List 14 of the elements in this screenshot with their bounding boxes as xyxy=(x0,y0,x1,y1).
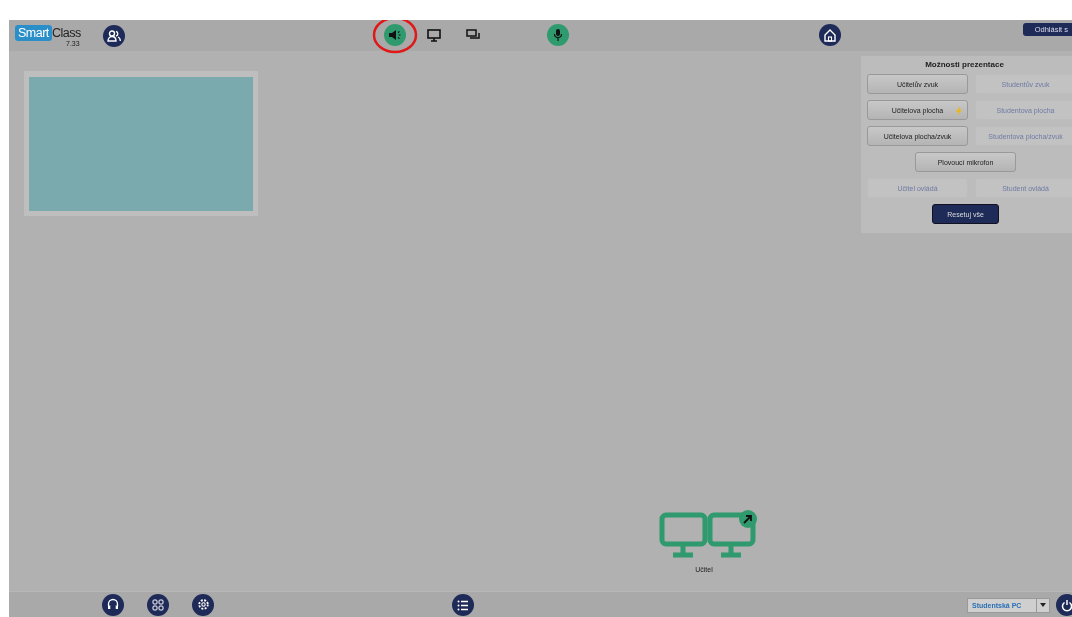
panel-title: Možnosti prezentace xyxy=(924,60,1005,69)
dropdown-caret-icon xyxy=(1040,603,1046,607)
list-icon[interactable] xyxy=(452,594,474,616)
users-icon[interactable] xyxy=(103,24,125,47)
home-icon[interactable] xyxy=(819,24,841,46)
logo-brand-text: Class xyxy=(52,25,81,40)
power-icon[interactable] xyxy=(1056,594,1072,616)
screen-thumbnail[interactable] xyxy=(24,71,258,216)
headset-icon[interactable] xyxy=(102,593,124,616)
speaker-icon[interactable] xyxy=(384,24,406,46)
logo-brand-text: Smart xyxy=(15,24,52,41)
grid-icon[interactable] xyxy=(147,593,169,616)
microphone-icon[interactable] xyxy=(547,24,569,46)
settings-icon[interactable] xyxy=(192,593,214,616)
